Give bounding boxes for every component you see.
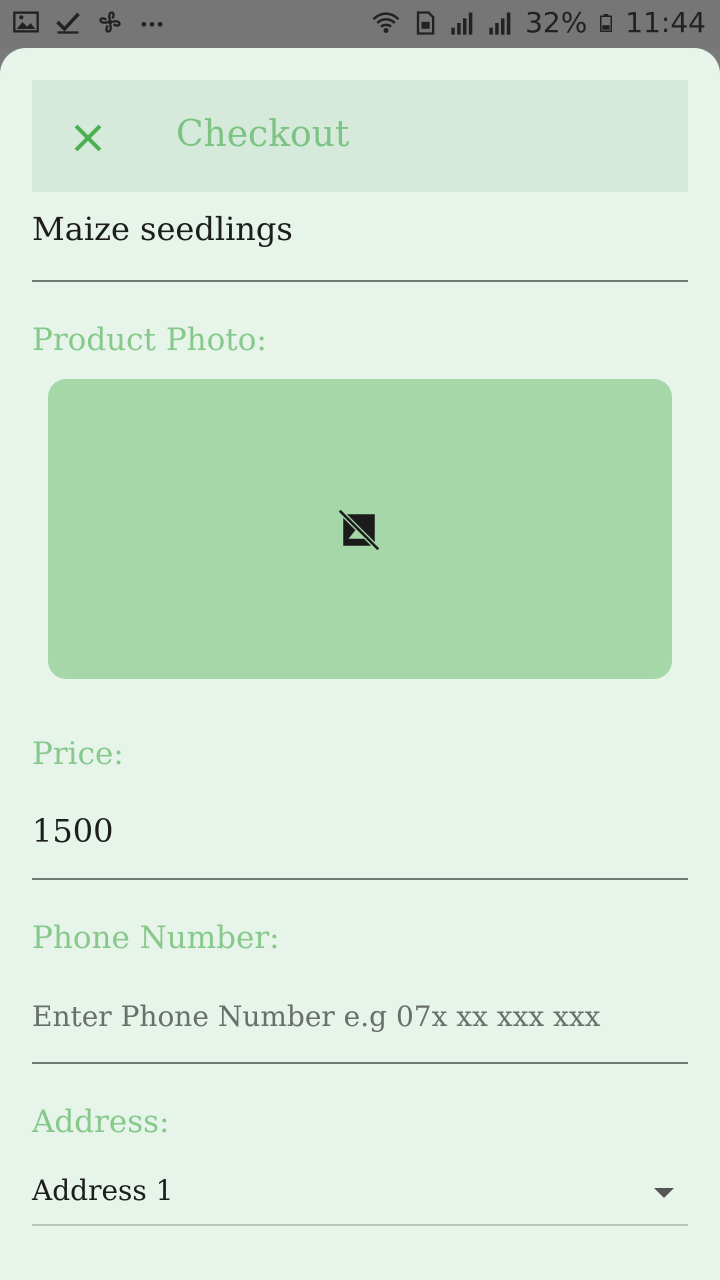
address-label: Address: [32, 1104, 170, 1140]
phone-number-label: Phone Number: [32, 920, 280, 956]
phone-number-input[interactable] [32, 988, 688, 1044]
battery-icon [600, 13, 613, 32]
broken-image-icon [338, 509, 380, 551]
more-dots-icon [141, 22, 163, 27]
phone-number-divider [32, 1062, 688, 1064]
dropdown-arrow-icon [654, 1188, 674, 1198]
sim-card-icon [416, 10, 435, 35]
close-icon [74, 124, 102, 152]
status-bar: 32% 11:44 [0, 0, 720, 48]
battery-percent: 32% [525, 6, 588, 39]
address-dropdown[interactable]: Address 1 [32, 1168, 688, 1220]
close-button[interactable] [68, 118, 108, 158]
address-selected-value: Address 1 [32, 1174, 174, 1207]
wifi-icon [372, 11, 400, 33]
product-photo-label: Product Photo: [32, 322, 267, 358]
gallery-icon [13, 11, 39, 33]
price-divider [32, 878, 688, 880]
clock: 11:44 [625, 6, 706, 39]
product-name: Maize seedlings [32, 210, 293, 248]
pinwheel-icon [99, 11, 121, 33]
signal-icon [451, 12, 473, 35]
price-value: 1500 [32, 812, 114, 850]
signal-icon-2 [489, 12, 511, 35]
product-name-divider [32, 280, 688, 282]
page-title: Checkout [176, 114, 350, 155]
checkout-toolbar: Checkout [32, 80, 688, 192]
checkmark-icon [56, 12, 80, 34]
address-divider [32, 1224, 688, 1226]
checkout-sheet: Checkout Maize seedlings Product Photo: … [0, 48, 720, 1280]
product-photo [48, 379, 672, 679]
price-label: Price: [32, 736, 124, 772]
